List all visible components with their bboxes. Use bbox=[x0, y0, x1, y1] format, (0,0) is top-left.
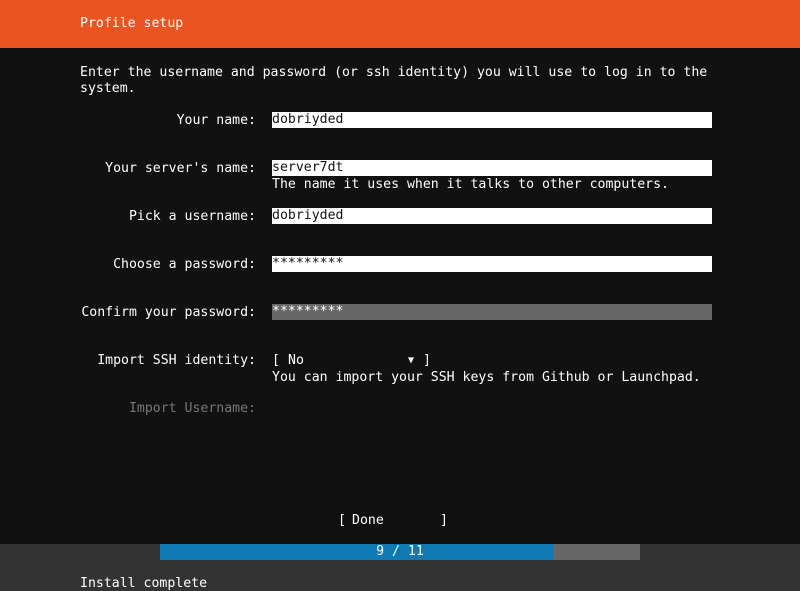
done-label: Done bbox=[352, 513, 384, 528]
ssh-identity-select[interactable]: [ No ▼ ] bbox=[272, 353, 432, 369]
password-input[interactable]: ********* bbox=[272, 256, 712, 272]
done-button[interactable]: [ Done ] bbox=[338, 513, 450, 529]
header-bar: Profile setup bbox=[0, 0, 800, 48]
progress-area: 9 / 11 bbox=[0, 544, 800, 560]
installer-screen: Profile setup Enter the username and pas… bbox=[0, 0, 800, 591]
page-title: Profile setup bbox=[80, 16, 184, 31]
ssh-identity-hint: You can import your SSH keys from Github… bbox=[272, 370, 701, 385]
ssh-identity-label: Import SSH identity: bbox=[97, 353, 256, 368]
footer-bar: Install complete bbox=[0, 560, 800, 591]
server-name-label: Your server's name: bbox=[105, 161, 256, 176]
import-username-label: Import Username: bbox=[128, 401, 256, 416]
progress-track: 9 / 11 bbox=[160, 544, 640, 560]
install-status: Install complete bbox=[80, 576, 208, 591]
done-bracket-close: ] bbox=[440, 513, 448, 528]
select-bracket-close: ] bbox=[423, 353, 431, 368]
ssh-identity-value: No bbox=[288, 353, 304, 368]
name-label: Your name: bbox=[176, 113, 256, 128]
confirm-password-label: Confirm your password: bbox=[81, 305, 256, 320]
progress-text: 9 / 11 bbox=[376, 544, 424, 559]
done-bracket-open: [ bbox=[338, 513, 346, 528]
confirm-password-input[interactable]: ********* bbox=[272, 304, 712, 320]
chevron-down-icon: ▼ bbox=[408, 355, 415, 366]
server-name-hint: The name it uses when it talks to other … bbox=[272, 177, 669, 192]
username-label: Pick a username: bbox=[128, 209, 256, 224]
server-name-input[interactable]: server7dt bbox=[272, 160, 712, 176]
username-input[interactable]: dobriyded bbox=[272, 208, 712, 224]
select-bracket-open: [ bbox=[272, 353, 280, 368]
password-label: Choose a password: bbox=[113, 257, 256, 272]
intro-text: Enter the username and password (or ssh … bbox=[80, 65, 716, 96]
name-input[interactable]: dobriyded bbox=[272, 112, 712, 128]
